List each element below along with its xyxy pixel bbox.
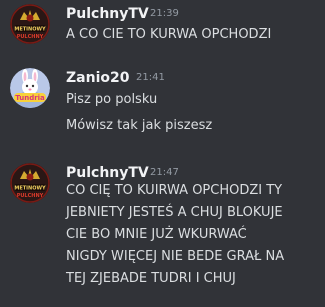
username[interactable]: Zanio20: [66, 68, 129, 88]
username[interactable]: PulchnyTV: [66, 4, 149, 24]
message-line: CO CIĘ TO KUIRWA OPCHODZI TY: [66, 183, 283, 198]
metinowy-pulchny-logo-icon: METINOWY PULCHNY: [10, 4, 50, 44]
message-text: CO CIĘ TO KUIRWA OPCHODZI TY JEBNIETY JE…: [66, 180, 284, 290]
avatar-logo-line2: PULCHNY: [17, 193, 44, 199]
avatar[interactable]: METINOWY PULCHNY: [10, 163, 50, 203]
message-group: METINOWY PULCHNY PulchnyTV 21:39 A CO CI…: [0, 4, 325, 44]
avatar-logo-line2: PULCHNY: [17, 34, 44, 40]
message-line: CIE BO MNIE JUŻ WKURWAĆ: [66, 227, 247, 242]
message-line: JEBNIETY JESTEŚ A CHUJ BLOKUJE: [66, 205, 283, 220]
avatar-logo-line1: METINOWY: [14, 186, 46, 192]
avatar[interactable]: METINOWY PULCHNY: [10, 4, 50, 44]
message-group: Tundria Zanio20 21:41 Pisz po polsku Mów…: [0, 68, 325, 144]
avatar-logo-text: Tundria: [15, 94, 45, 102]
message-text: A CO CIE TO KURWA OPCHODZI: [66, 24, 271, 46]
metinowy-pulchny-logo-icon: METINOWY PULCHNY: [10, 163, 50, 203]
message-line: NIGDY WIĘCEJ NIE BEDE GRAŁ NA: [66, 249, 285, 264]
timestamp: 21:39: [150, 8, 179, 19]
message-group: METINOWY PULCHNY PulchnyTV 21:47 CO CIĘ …: [0, 163, 325, 299]
message-line: Pisz po polsku: [66, 92, 158, 107]
message-line: TEJ ZJEBADE TUDRI I CHUJ: [66, 271, 236, 286]
timestamp: 21:47: [150, 167, 179, 178]
timestamp: 21:41: [136, 72, 165, 83]
message-text: Pisz po polsku Mówisz tak jak piszesz: [66, 89, 212, 137]
message-line: A CO CIE TO KURWA OPCHODZI: [66, 27, 272, 42]
message-line: Mówisz tak jak piszesz: [66, 118, 213, 133]
chat-message-list: METINOWY PULCHNY PulchnyTV 21:39 A CO CI…: [0, 0, 325, 307]
tundria-bunny-logo-icon: Tundria: [10, 68, 50, 108]
avatar[interactable]: Tundria: [10, 68, 50, 108]
avatar-logo-line1: METINOWY: [14, 27, 46, 33]
